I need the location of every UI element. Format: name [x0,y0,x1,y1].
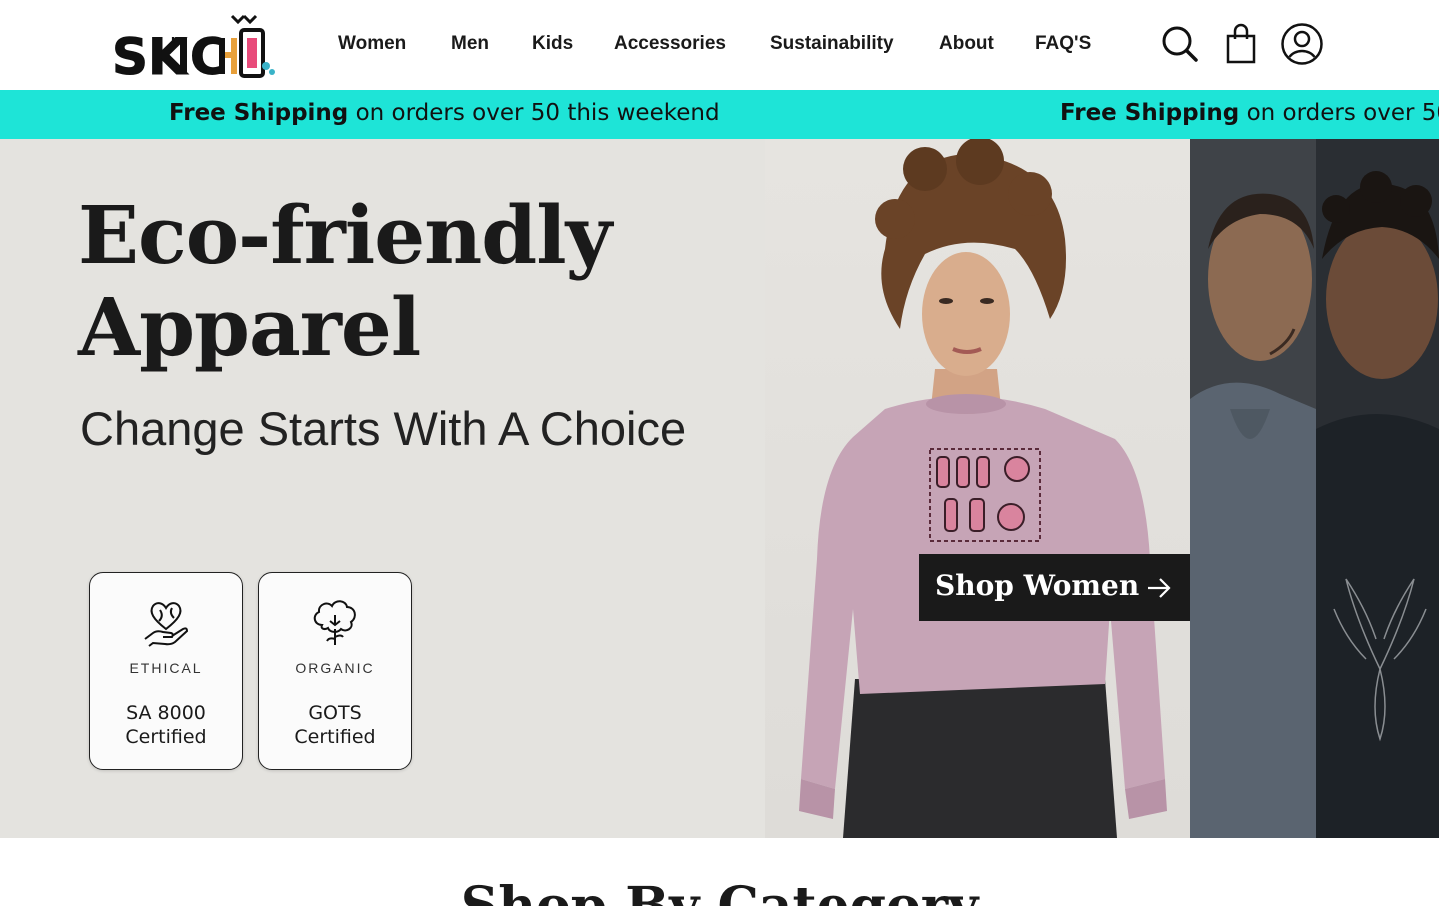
nav-sustainability[interactable]: Sustainability [770,33,894,55]
heart-hand-icon [139,595,193,649]
shop-women-label: Shop Women [935,569,1140,602]
ethical-label: ETHICAL [129,660,203,676]
cotton-plant-icon [308,595,362,649]
hero-subtitle: Change Starts With A Choice [80,402,687,455]
announcement-banner: Free Shipping on orders over 50 this wee… [0,90,1439,139]
hero-image-women[interactable] [765,139,1190,838]
search-icon[interactable] [1158,22,1202,66]
svg-text:': ' [170,33,176,57]
brand-logo[interactable]: SK ' C [110,10,280,87]
ethical-badge: ETHICAL SA 8000 Certified [89,572,243,770]
hero-section: Eco-friendly Apparel Change Starts With A… [0,139,1439,838]
organic-label: ORGANIC [295,660,375,676]
user-icon[interactable] [1280,22,1324,66]
section-title-shop-by-category: Shop By Category [0,876,1439,906]
organic-cert: GOTS Certified [294,702,376,748]
arrow-right-icon [1145,574,1173,602]
nav-faqs[interactable]: FAQ'S [1035,33,1091,55]
nav-men[interactable]: Men [451,33,489,55]
nav-accessories[interactable]: Accessories [614,33,726,55]
organic-badge: ORGANIC GOTS Certified [258,572,412,770]
shopping-bag-icon[interactable] [1219,22,1263,66]
ethical-cert: SA 8000 Certified [125,702,207,748]
svg-text:SK: SK [112,28,189,80]
site-header: SK ' C Women Men Kids Accessories Sustai… [0,0,1439,90]
hero-image-kids[interactable] [1316,139,1439,838]
nav-women[interactable]: Women [338,33,406,55]
hero-image-men[interactable] [1190,139,1316,838]
nav-kids[interactable]: Kids [532,33,573,55]
nav-about[interactable]: About [939,33,994,55]
banner-message-repeat: Free Shipping on orders over 50 [1060,100,1439,126]
shop-women-button[interactable]: Shop Women [919,554,1190,621]
banner-message: Free Shipping on orders over 50 this wee… [169,100,720,126]
hero-title: Eco-friendly Apparel [78,188,612,374]
